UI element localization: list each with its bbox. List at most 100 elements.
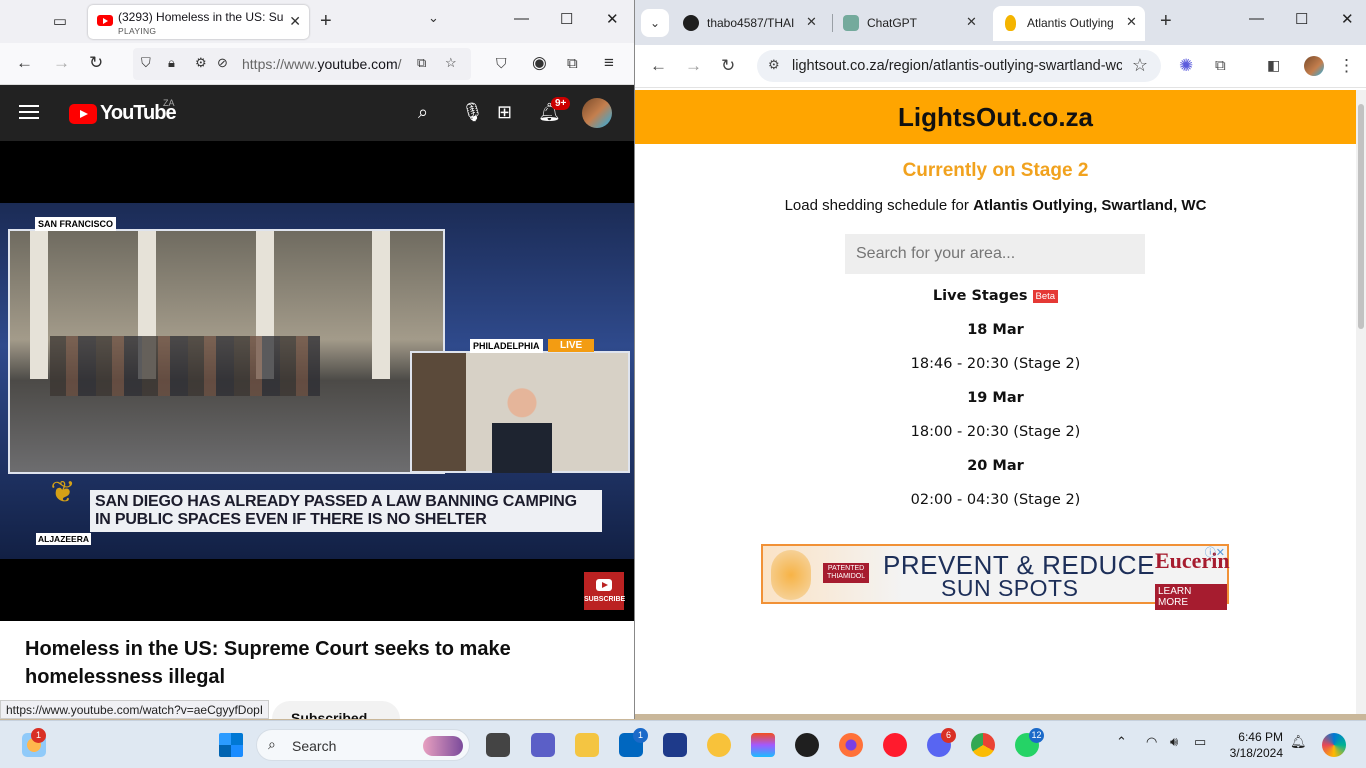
volume-icon[interactable]: 🔊︎ xyxy=(1170,734,1178,750)
taskbar-clock[interactable]: 6:46 PM 3/18/2024 xyxy=(1225,729,1283,761)
video-player[interactable]: SAN FRANCISCO PHILADELPHIA LIVE ❦ ALJAZE… xyxy=(0,141,634,621)
battery-icon[interactable]: ▭ xyxy=(1194,734,1206,750)
copilot-icon[interactable] xyxy=(1322,733,1346,757)
patent-line-1: PATENTED xyxy=(827,565,865,572)
tab-search-chevron-icon[interactable]: ⌄ xyxy=(641,9,669,37)
reload-button[interactable]: ↻ xyxy=(721,56,735,76)
profile-avatar[interactable] xyxy=(1304,56,1324,76)
firefox-tab-youtube[interactable]: (3293) Homeless in the US: Supreme Court… xyxy=(88,5,309,39)
location-tag-ph: PHILADELPHIA xyxy=(470,339,543,353)
chrome-tab-github[interactable]: thabo4587/THAI ✕ xyxy=(673,6,825,41)
youtube-header: YouTube ZA ⌕ 🎙︎ ⊞ 🔔︎ 9+ xyxy=(0,85,634,141)
youtube-favicon-icon xyxy=(97,15,113,26)
windows-start-icon[interactable] xyxy=(219,733,243,757)
wifi-icon[interactable]: ◠ xyxy=(1146,734,1157,750)
firefox-nav-bar: ← → ↻ ⛉ 🔒︎ ⚙ ⊘ https://www.youtube.com/ … xyxy=(0,43,634,85)
patent-line-2: THIAMIDOL xyxy=(827,573,866,580)
extension-icon[interactable]: ✺ xyxy=(1179,56,1193,76)
weather-badge: 1 xyxy=(31,728,46,743)
list-tabs-chevron-icon[interactable]: ⌄ xyxy=(428,10,439,26)
live-tag: LIVE xyxy=(548,339,595,352)
back-button[interactable]: ← xyxy=(16,53,33,73)
pocket-icon[interactable]: ⛉ xyxy=(496,55,507,72)
taskbar-search[interactable]: ⌕ Search xyxy=(256,729,470,761)
forward-button[interactable]: → xyxy=(685,56,702,76)
scrollbar-thumb[interactable] xyxy=(1358,104,1364,329)
lock-icon[interactable]: 🔒︎ xyxy=(168,55,175,71)
create-video-icon[interactable]: ⊞ xyxy=(497,102,512,123)
github-icon xyxy=(683,15,699,31)
menu-icon[interactable]: ≡ xyxy=(604,53,614,73)
firefox-tab-bar: ▭ (3293) Homeless in the US: Supreme Cou… xyxy=(0,0,634,43)
opera-icon[interactable] xyxy=(883,733,907,757)
side-panel-icon[interactable]: ◧ xyxy=(1267,57,1280,74)
permissions-icon[interactable]: ⚙ xyxy=(195,55,207,71)
eucerin-ad-banner[interactable]: PATENTED THIAMIDOL PREVENT & REDUCE SUN S… xyxy=(761,544,1230,610)
notification-badge: 9+ xyxy=(551,97,571,110)
product-image xyxy=(771,550,811,600)
tray-chevron-icon[interactable]: ⌃ xyxy=(1116,734,1127,750)
close-tab-icon[interactable]: ✕ xyxy=(966,14,977,30)
store-badge: 1 xyxy=(633,728,648,743)
subscribed-button[interactable]: Subscribed ⌄ xyxy=(272,701,400,719)
chrome-menu-icon[interactable]: ⋮ xyxy=(1338,56,1355,76)
close-window-button[interactable]: ✕ xyxy=(606,10,619,28)
close-window-button[interactable]: ✕ xyxy=(1341,10,1354,28)
bookmark-star-icon[interactable]: ☆ xyxy=(445,55,457,71)
bookmark-star-icon[interactable]: ☆ xyxy=(1132,55,1148,76)
shield-icon[interactable]: ⛉ xyxy=(141,55,151,71)
task-view-icon[interactable] xyxy=(486,733,510,757)
youtube-logo-icon[interactable] xyxy=(69,104,97,124)
file-explorer-icon[interactable] xyxy=(575,733,599,757)
link-status-url: https://www.youtube.com/watch?v=aeCgyyfD… xyxy=(0,700,270,719)
forward-button[interactable]: → xyxy=(53,53,70,73)
learn-more-button[interactable]: LEARN MORE xyxy=(1155,584,1227,610)
avatar[interactable] xyxy=(582,98,612,128)
network-label: ALJAZEERA xyxy=(36,533,92,545)
autoplay-blocked-icon[interactable]: ⊘ xyxy=(217,55,228,71)
chrome-tab-chatgpt[interactable]: ChatGPT ✕ xyxy=(833,6,985,41)
notification-bell-icon[interactable]: 🔔︎ xyxy=(1290,734,1307,750)
firefox-window: ▭ (3293) Homeless in the US: Supreme Cou… xyxy=(0,0,635,719)
reload-button[interactable]: ↻ xyxy=(89,53,103,73)
firefox-icon[interactable] xyxy=(839,733,863,757)
site-header[interactable]: LightsOut.co.za xyxy=(635,90,1356,144)
tab-title: (3293) Homeless in the US: Supreme Court… xyxy=(118,10,283,24)
clock-time: 6:46 PM xyxy=(1238,730,1283,744)
figma-icon[interactable] xyxy=(751,733,775,757)
new-tab-button[interactable]: + xyxy=(320,10,332,33)
site-info-icon[interactable]: ⚙ xyxy=(768,57,780,73)
minimize-button[interactable]: — xyxy=(514,10,529,27)
url-bar[interactable]: ⛉ 🔒︎ ⚙ ⊘ https://www.youtube.com/ ⧉ ☆ xyxy=(133,48,471,80)
maximize-button[interactable]: ☐ xyxy=(1295,10,1308,28)
account-icon[interactable]: ◉ xyxy=(532,53,547,73)
chrome-tab-lightsout[interactable]: Atlantis Outlying ✕ xyxy=(993,6,1145,41)
extensions-icon[interactable]: ⧉ xyxy=(567,55,578,72)
search-icon[interactable]: ⌕ xyxy=(418,102,428,123)
minimize-button[interactable]: — xyxy=(1249,10,1264,27)
close-tab-icon[interactable]: ✕ xyxy=(289,13,301,30)
extensions-puzzle-icon[interactable]: ⧉ xyxy=(1215,57,1226,74)
teams-icon[interactable] xyxy=(531,733,555,757)
omnibox[interactable]: ⚙ lightsout.co.za/region/atlantis-outlyi… xyxy=(757,50,1161,82)
picture-in-picture-icon[interactable]: ⧉ xyxy=(417,55,426,71)
maximize-button[interactable]: ☐ xyxy=(560,10,573,28)
microphone-icon[interactable]: 🎙︎ xyxy=(461,102,484,123)
close-tab-icon[interactable]: ✕ xyxy=(806,14,817,30)
new-tab-button[interactable]: + xyxy=(1160,10,1172,33)
chrome-icon[interactable] xyxy=(971,733,995,757)
app-icon[interactable] xyxy=(707,733,731,757)
subscribe-watermark-button[interactable]: SUBSCRIBE xyxy=(584,572,625,610)
page-scrollbar[interactable] xyxy=(1356,90,1366,714)
ad-close-icon[interactable]: ⓘ✕ xyxy=(1205,544,1225,560)
github-desktop-icon[interactable] xyxy=(795,733,819,757)
app-icon[interactable] xyxy=(663,733,687,757)
back-button[interactable]: ← xyxy=(650,56,667,76)
close-tab-icon[interactable]: ✕ xyxy=(1126,14,1137,30)
hamburger-menu-icon[interactable] xyxy=(19,105,39,107)
pillar xyxy=(30,231,48,379)
clock-date: 3/18/2024 xyxy=(1229,746,1283,760)
firefox-view-icon[interactable]: ▭ xyxy=(50,12,70,32)
area-search-input[interactable] xyxy=(845,234,1145,274)
ad-headline-2: SUN SPOTS xyxy=(941,575,1079,601)
